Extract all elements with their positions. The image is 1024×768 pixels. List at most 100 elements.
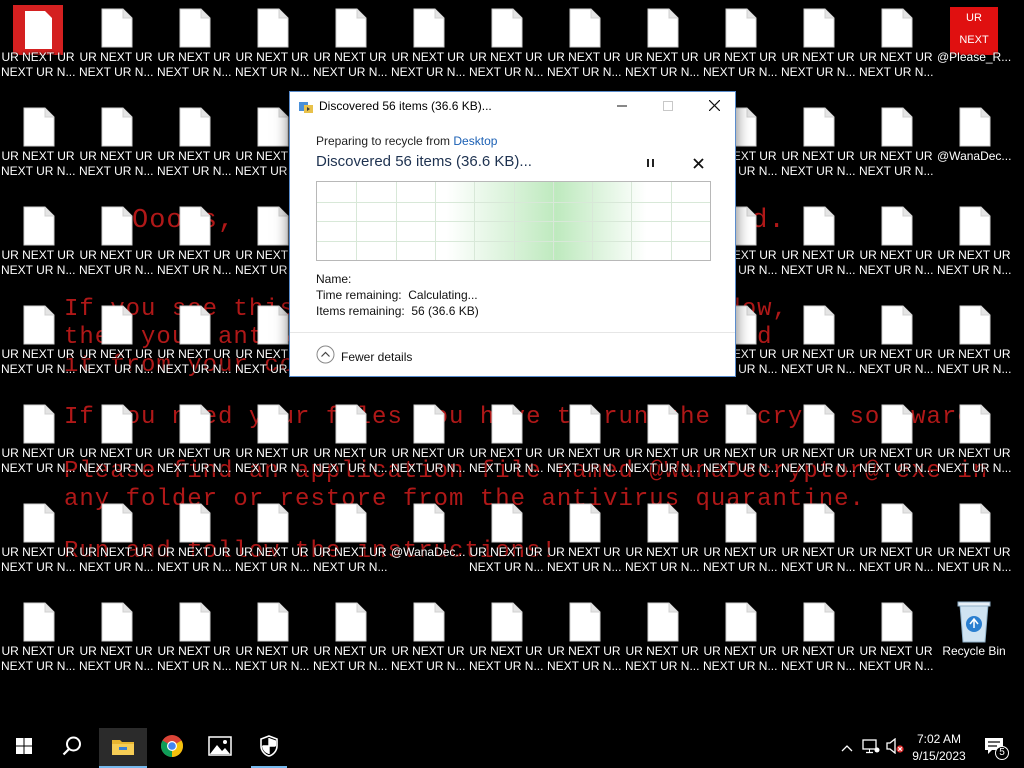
- desktop-file-icon[interactable]: UR NEXT URNEXT UR N...: [1, 297, 75, 396]
- desktop-file-icon[interactable]: UR NEXT URNEXT UR N...: [1, 495, 75, 594]
- desktop-file-icon[interactable]: UR NEXT URNEXT UR N...: [157, 396, 231, 495]
- desktop-file-icon[interactable]: UR NEXT URNEXT UR N...: [157, 297, 231, 396]
- desktop-file-icon[interactable]: UR NEXT URNEXT UR N...: [859, 297, 933, 396]
- desktop-file-icon[interactable]: UR NEXT URNEXT UR N...: [79, 0, 153, 99]
- desktop-file-icon[interactable]: UR NEXT URNEXT UR N...: [703, 0, 777, 99]
- close-icon: [708, 98, 720, 116]
- desktop-file-icon[interactable]: UR NEXT URNEXT UR N...: [1, 198, 75, 297]
- taskbar-file-explorer[interactable]: [99, 728, 147, 768]
- desktop-decryptor-shortcut[interactable]: @WanaDec...: [937, 99, 1011, 198]
- desktop-file-icon[interactable]: UR NEXT URNEXT UR N...: [235, 396, 309, 495]
- desktop-file-icon[interactable]: UR NEXT URNEXT UR N...: [235, 495, 309, 594]
- desktop-file-icon[interactable]: UR NEXT URNEXT UR N...: [781, 0, 855, 99]
- desktop-file-icon[interactable]: UR NEXT URNEXT UR N...: [469, 495, 543, 594]
- desktop-file-icon[interactable]: UR NEXT URNEXT UR N...: [859, 495, 933, 594]
- desktop-file-icon[interactable]: UR NEXT URNEXT UR N...: [79, 594, 153, 693]
- desktop-file-icon[interactable]: UR NEXT URNEXT UR N...: [625, 0, 699, 99]
- desktop-file-icon[interactable]: UR NEXT URNEXT UR N...: [1, 396, 75, 495]
- desktop-file-icon[interactable]: UR NEXT URNEXT UR N...: [859, 0, 933, 99]
- desktop-file-icon[interactable]: UR NEXT URNEXT UR N...: [79, 396, 153, 495]
- desktop-file-icon[interactable]: UR NEXT URNEXT UR N...: [313, 495, 387, 594]
- dialog-titlebar[interactable]: Discovered 56 items (36.6 KB)...: [290, 92, 735, 122]
- desktop-file-icon[interactable]: UR NEXT URNEXT UR N...: [625, 594, 699, 693]
- desktop-file-icon[interactable]: UR NEXT URNEXT UR N...: [547, 594, 621, 693]
- desktop-file-icon[interactable]: UR NEXT URNEXT UR N...: [859, 594, 933, 693]
- desktop-file-icon[interactable]: UR NEXT URNEXT UR N...: [79, 198, 153, 297]
- desktop-file-icon[interactable]: UR NEXT URNEXT UR N...: [859, 198, 933, 297]
- taskbar-clock[interactable]: 7:02 AM 9/15/2023: [904, 731, 974, 765]
- desktop-file-icon[interactable]: UR NEXT URNEXT UR N...: [79, 495, 153, 594]
- blank-file-icon: [725, 503, 757, 543]
- pause-button[interactable]: [646, 156, 656, 174]
- desktop-file-icon[interactable]: UR NEXT URNEXT UR N...: [469, 594, 543, 693]
- desktop-file-icon[interactable]: UR NEXT URNEXT UR N...: [157, 495, 231, 594]
- desktop-icon-label: UR NEXT URNEXT UR N...: [469, 545, 543, 574]
- desktop-file-icon[interactable]: UR NEXT URNEXT UR N...: [1, 594, 75, 693]
- desktop-file-icon[interactable]: UR NEXT URNEXT UR N...: [547, 495, 621, 594]
- desktop-icon-label: UR NEXT URNEXT UR N...: [1, 149, 75, 178]
- desktop-file-icon[interactable]: UR NEXT URNEXT UR N...: [391, 396, 465, 495]
- blank-file-icon: [257, 404, 289, 444]
- desktop-file-icon[interactable]: UR NEXT URNEXT UR N...: [79, 99, 153, 198]
- desktop-file-icon[interactable]: UR NEXT URNEXT UR N...: [235, 0, 309, 99]
- desktop-file-icon[interactable]: UR NEXT URNEXT UR N...: [703, 396, 777, 495]
- desktop-file-icon[interactable]: UR NEXT URNEXT UR N...: [235, 594, 309, 693]
- desktop-icon-label: @WanaDec...: [391, 545, 465, 559]
- desktop-file-icon[interactable]: UR NEXT URNEXT UR N...: [157, 198, 231, 297]
- desktop-file-icon[interactable]: UR NEXT URNEXT UR N...: [781, 594, 855, 693]
- desktop-file-icon[interactable]: UR NEXT URNEXT UR N...: [781, 99, 855, 198]
- desktop-file-icon[interactable]: UR NEXT URNEXT UR N...: [157, 0, 231, 99]
- source-folder-link[interactable]: Desktop: [453, 134, 497, 148]
- close-button[interactable]: [691, 92, 737, 122]
- volume-tray-button[interactable]: [884, 728, 906, 768]
- search-button[interactable]: [48, 728, 96, 768]
- start-button[interactable]: [0, 728, 48, 768]
- desktop-ransom-file[interactable]: UR NEXT UR NEXT UR N...: [1, 0, 75, 99]
- action-center-button[interactable]: 5: [978, 728, 1012, 768]
- desktop-file-icon[interactable]: UR NEXT URNEXT UR N...: [781, 495, 855, 594]
- desktop-file-icon[interactable]: UR NEXT URNEXT UR N...: [547, 0, 621, 99]
- fewer-details-toggle[interactable]: Fewer details: [316, 345, 412, 369]
- desktop-file-icon[interactable]: UR NEXT URNEXT UR N...: [313, 0, 387, 99]
- minimize-button[interactable]: [599, 92, 645, 122]
- desktop-file-icon[interactable]: UR NEXT URNEXT UR N...: [547, 396, 621, 495]
- desktop-recycle-bin[interactable]: Recycle Bin: [937, 594, 1011, 693]
- desktop-file-icon[interactable]: UR NEXT URNEXT UR N...: [781, 297, 855, 396]
- blank-file-icon: [179, 602, 211, 642]
- desktop-file-icon[interactable]: UR NEXT URNEXT UR N...: [937, 297, 1011, 396]
- taskbar-chrome[interactable]: [148, 728, 196, 768]
- desktop-file-icon[interactable]: UR NEXT URNEXT UR N...: [625, 495, 699, 594]
- desktop-file-icon[interactable]: UR NEXT URNEXT UR N...: [937, 396, 1011, 495]
- desktop-file-icon[interactable]: UR NEXT URNEXT UR N...: [859, 396, 933, 495]
- cancel-operation-button[interactable]: [693, 156, 704, 174]
- desktop-ransom-note[interactable]: UR NEXT @Please_R...: [937, 0, 1011, 99]
- desktop-file-icon[interactable]: UR NEXT URNEXT UR N...: [703, 495, 777, 594]
- desktop-file-icon[interactable]: UR NEXT URNEXT UR N...: [391, 594, 465, 693]
- desktop-file-icon[interactable]: UR NEXT URNEXT UR N...: [157, 99, 231, 198]
- blank-file-icon: [23, 206, 55, 246]
- desktop-file-icon[interactable]: UR NEXT URNEXT UR N...: [859, 99, 933, 198]
- desktop-file-icon[interactable]: UR NEXT URNEXT UR N...: [625, 396, 699, 495]
- desktop-icon-label: UR NEXT URNEXT UR N...: [1, 446, 75, 475]
- taskbar-photos[interactable]: [196, 728, 244, 768]
- desktop-file-icon[interactable]: UR NEXT URNEXT UR N...: [313, 594, 387, 693]
- desktop-file-icon[interactable]: UR NEXT URNEXT UR N...: [313, 396, 387, 495]
- network-tray-button[interactable]: [860, 728, 882, 768]
- photos-icon: [208, 735, 232, 761]
- desktop-file-icon[interactable]: UR NEXT URNEXT UR N...: [703, 594, 777, 693]
- show-hidden-icons-button[interactable]: [838, 728, 856, 768]
- desktop-file-icon[interactable]: UR NEXT URNEXT UR N...: [937, 495, 1011, 594]
- desktop-file-icon[interactable]: UR NEXT URNEXT UR N...: [781, 396, 855, 495]
- desktop-file-icon[interactable]: UR NEXT URNEXT UR N...: [781, 198, 855, 297]
- desktop-file-icon[interactable]: UR NEXT URNEXT UR N...: [157, 594, 231, 693]
- desktop-decryptor-shortcut[interactable]: @WanaDec...: [391, 495, 465, 594]
- desktop-file-icon[interactable]: UR NEXT URNEXT UR N...: [937, 198, 1011, 297]
- desktop-file-icon[interactable]: UR NEXT URNEXT UR N...: [469, 0, 543, 99]
- taskbar-windows-security[interactable]: [245, 728, 293, 768]
- desktop-file-icon[interactable]: UR NEXT URNEXT UR N...: [391, 0, 465, 99]
- desktop-file-icon[interactable]: UR NEXT URNEXT UR N...: [79, 297, 153, 396]
- desktop-file-icon[interactable]: UR NEXT URNEXT UR N...: [1, 99, 75, 198]
- desktop-icon-label: UR NEXT URNEXT UR N...: [235, 545, 309, 574]
- desktop-icon-label: UR NEXT URNEXT UR N...: [79, 248, 153, 277]
- desktop-file-icon[interactable]: UR NEXT URNEXT UR N...: [469, 396, 543, 495]
